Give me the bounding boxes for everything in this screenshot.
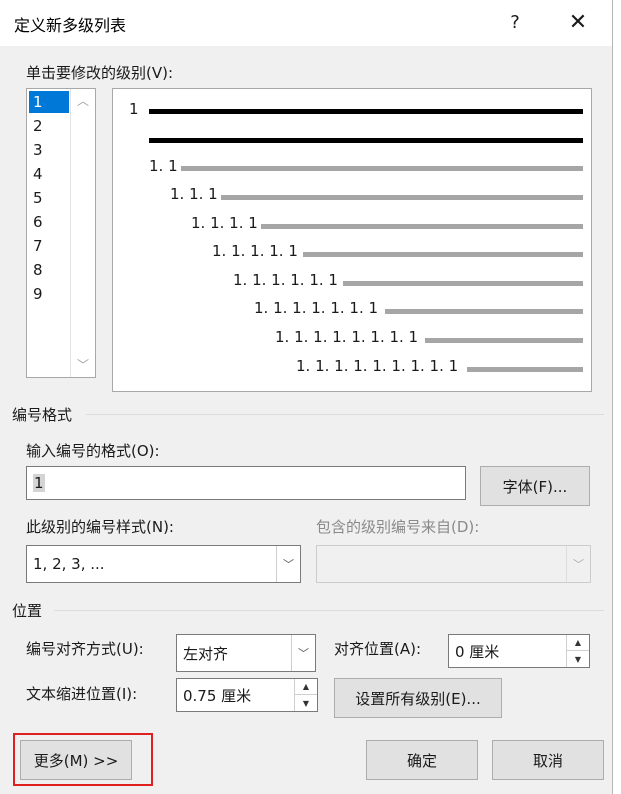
level-list-scrollbar[interactable]: ︿ ﹀ <box>70 89 95 377</box>
level-item-6[interactable]: 6 <box>29 211 69 233</box>
cancel-button[interactable]: 取消 <box>492 740 604 780</box>
preview-line-1 <box>149 109 583 114</box>
level-item-1[interactable]: 1 <box>29 91 69 113</box>
preview-label-2: 1. 1 <box>149 157 178 175</box>
preview-label-5: 1. 1. 1. 1. 1 <box>212 242 298 260</box>
preview-label-1: 1 <box>129 100 139 118</box>
spin-up-icon[interactable]: ▲ <box>567 635 589 651</box>
ok-button[interactable]: 确定 <box>366 740 478 780</box>
preview-label-6: 1. 1. 1. 1. 1. 1 <box>233 271 338 289</box>
preview-line-9 <box>467 367 583 372</box>
level-list[interactable]: 1 2 3 4 5 6 7 8 9 ︿ ﹀ <box>26 88 96 378</box>
level-list-label: 单击要修改的级别(V): <box>26 64 174 82</box>
background-document-edge <box>613 0 621 794</box>
number-format-input[interactable]: 1 <box>26 466 466 500</box>
close-icon[interactable]: ✕ <box>562 8 594 38</box>
set-all-levels-button[interactable]: 设置所有级别(E)... <box>334 678 502 718</box>
dialog-title: 定义新多级列表 <box>14 16 127 35</box>
aligned-at-spinner[interactable]: ▲ ▼ <box>566 635 589 667</box>
chevron-down-icon[interactable]: ﹀ <box>276 546 300 582</box>
help-icon[interactable]: ? <box>500 8 530 38</box>
chevron-down-icon: ﹀ <box>566 546 590 582</box>
level-item-9[interactable]: 9 <box>29 283 69 305</box>
number-format-group-label: 编号格式 <box>12 406 73 424</box>
level-item-7[interactable]: 7 <box>29 235 69 257</box>
preview-label-7: 1. 1. 1. 1. 1. 1. 1 <box>254 299 379 317</box>
number-style-value: 1, 2, 3, ... <box>33 555 105 573</box>
text-indent-spinner[interactable]: ▲ ▼ <box>294 679 317 711</box>
aligned-at-value: 0 厘米 <box>455 642 500 661</box>
include-level-select: ﹀ <box>316 545 591 583</box>
preview-line-5 <box>303 252 583 257</box>
spin-down-icon[interactable]: ▼ <box>567 651 589 667</box>
number-alignment-select[interactable]: 左对齐 ﹀ <box>176 634 316 672</box>
text-indent-input[interactable]: 0.75 厘米 ▲ ▼ <box>176 678 318 712</box>
preview-pane: 1 1. 1 1. 1. 1 1. 1. 1. 1 1. 1. 1. 1. 1 … <box>112 88 592 392</box>
position-group-label: 位置 <box>12 602 43 620</box>
include-level-label: 包含的级别编号来自(D): <box>316 518 480 536</box>
level-item-4[interactable]: 4 <box>29 163 69 185</box>
aligned-at-input[interactable]: 0 厘米 ▲ ▼ <box>448 634 590 668</box>
level-item-2[interactable]: 2 <box>29 115 69 137</box>
preview-label-3: 1. 1. 1 <box>170 185 218 203</box>
position-separator <box>54 610 604 611</box>
level-item-8[interactable]: 8 <box>29 259 69 281</box>
number-format-value: 1 <box>33 474 45 492</box>
scroll-down-icon[interactable]: ﹀ <box>71 353 95 377</box>
preview-label-8: 1. 1. 1. 1. 1. 1. 1. 1 <box>275 328 419 346</box>
aligned-at-label: 对齐位置(A): <box>334 640 422 658</box>
preview-line-7 <box>385 309 583 314</box>
preview-label-4: 1. 1. 1. 1 <box>191 214 258 232</box>
number-style-label: 此级别的编号样式(N): <box>26 518 174 536</box>
chevron-down-icon[interactable]: ﹀ <box>291 635 315 671</box>
define-multilevel-list-dialog: 定义新多级列表 ? ✕ 单击要修改的级别(V): 1 2 3 4 5 6 7 8… <box>0 0 613 794</box>
format-label: 输入编号的格式(O): <box>26 442 160 460</box>
preview-line-6 <box>343 281 583 286</box>
level-item-5[interactable]: 5 <box>29 187 69 209</box>
preview-line-2 <box>181 166 583 171</box>
title-bar: 定义新多级列表 ? ✕ <box>0 0 612 46</box>
preview-line-4 <box>261 224 583 229</box>
preview-line-8 <box>425 338 583 343</box>
number-format-separator <box>86 414 604 415</box>
preview-line-3 <box>221 195 583 200</box>
font-button[interactable]: 字体(F)... <box>480 466 590 506</box>
scroll-up-icon[interactable]: ︿ <box>71 89 95 113</box>
more-button-highlight <box>13 733 153 786</box>
number-style-select[interactable]: 1, 2, 3, ... ﹀ <box>26 545 301 583</box>
spin-up-icon[interactable]: ▲ <box>295 679 317 695</box>
spin-down-icon[interactable]: ▼ <box>295 695 317 711</box>
text-indent-value: 0.75 厘米 <box>183 686 252 705</box>
number-alignment-value: 左对齐 <box>183 644 229 663</box>
preview-line-1b <box>149 138 583 143</box>
level-item-3[interactable]: 3 <box>29 139 69 161</box>
number-alignment-label: 编号对齐方式(U): <box>26 640 144 658</box>
preview-label-9: 1. 1. 1. 1. 1. 1. 1. 1. 1 <box>296 357 459 375</box>
text-indent-label: 文本缩进位置(I): <box>26 685 138 703</box>
